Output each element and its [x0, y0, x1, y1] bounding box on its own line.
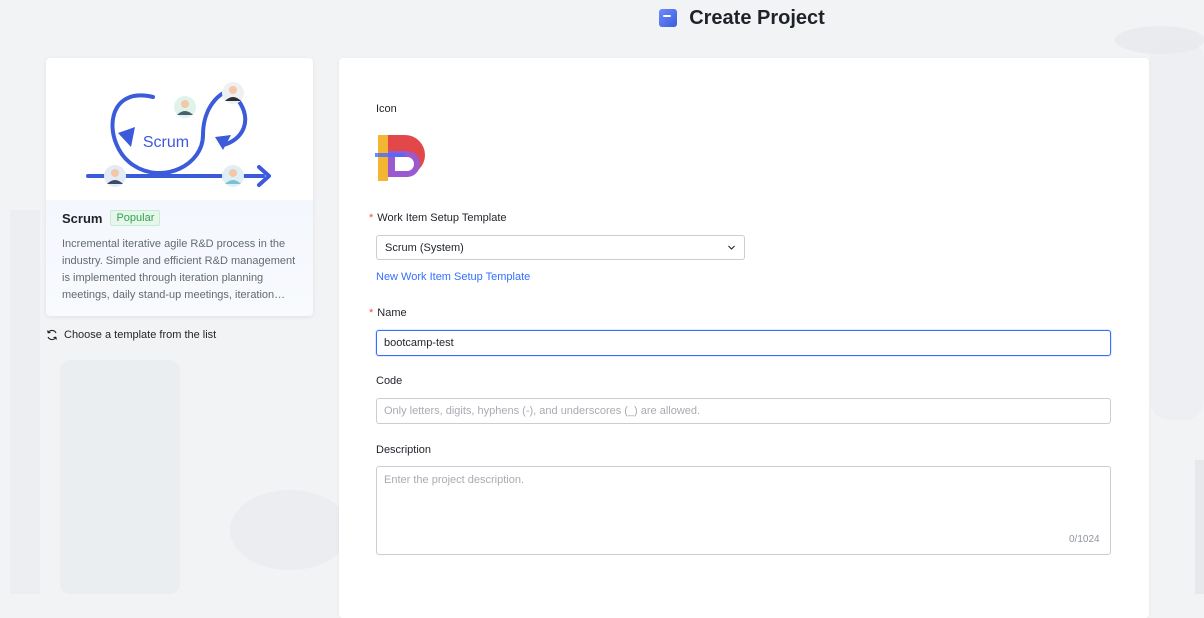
template-name: Scrum	[62, 210, 103, 226]
code-input[interactable]	[376, 398, 1111, 424]
illustration-label: Scrum	[143, 134, 189, 151]
project-logo-icon[interactable]	[375, 133, 425, 183]
description-char-counter: 0/1024	[1069, 534, 1100, 545]
choose-template-label: Choose a template from the list	[64, 329, 217, 341]
template-card-scrum[interactable]: Scrum Scrum Popular Incremental iterativ…	[46, 58, 313, 316]
code-label: Code	[376, 375, 403, 387]
template-info: Scrum Popular Incremental iterative agil…	[46, 200, 313, 316]
description-textarea[interactable]	[376, 466, 1111, 555]
popular-badge: Popular	[110, 210, 161, 226]
name-label: * Name	[369, 307, 407, 319]
choose-template-button[interactable]: Choose a template from the list	[46, 329, 216, 341]
page-title: Create Project	[689, 6, 825, 29]
new-template-link[interactable]: New Work Item Setup Template	[376, 271, 530, 283]
icon-label: Icon	[376, 103, 397, 115]
scrum-illustration: Scrum	[63, 75, 296, 199]
work-item-template-select[interactable]: Scrum (System)	[376, 235, 745, 260]
template-description: Incremental iterative agile R&D process …	[62, 238, 296, 301]
work-item-template-value: Scrum (System)	[385, 241, 464, 254]
create-project-form: Icon * Work Item Setup Template Scrum (Sy…	[339, 58, 1149, 618]
name-input[interactable]	[376, 330, 1111, 356]
project-icon	[659, 9, 678, 27]
page-header: Create Project	[0, 0, 1204, 36]
work-item-template-label: * Work Item Setup Template	[369, 212, 507, 224]
description-label: Description	[376, 444, 432, 456]
refresh-icon	[47, 329, 57, 341]
chevron-down-icon	[728, 245, 735, 250]
